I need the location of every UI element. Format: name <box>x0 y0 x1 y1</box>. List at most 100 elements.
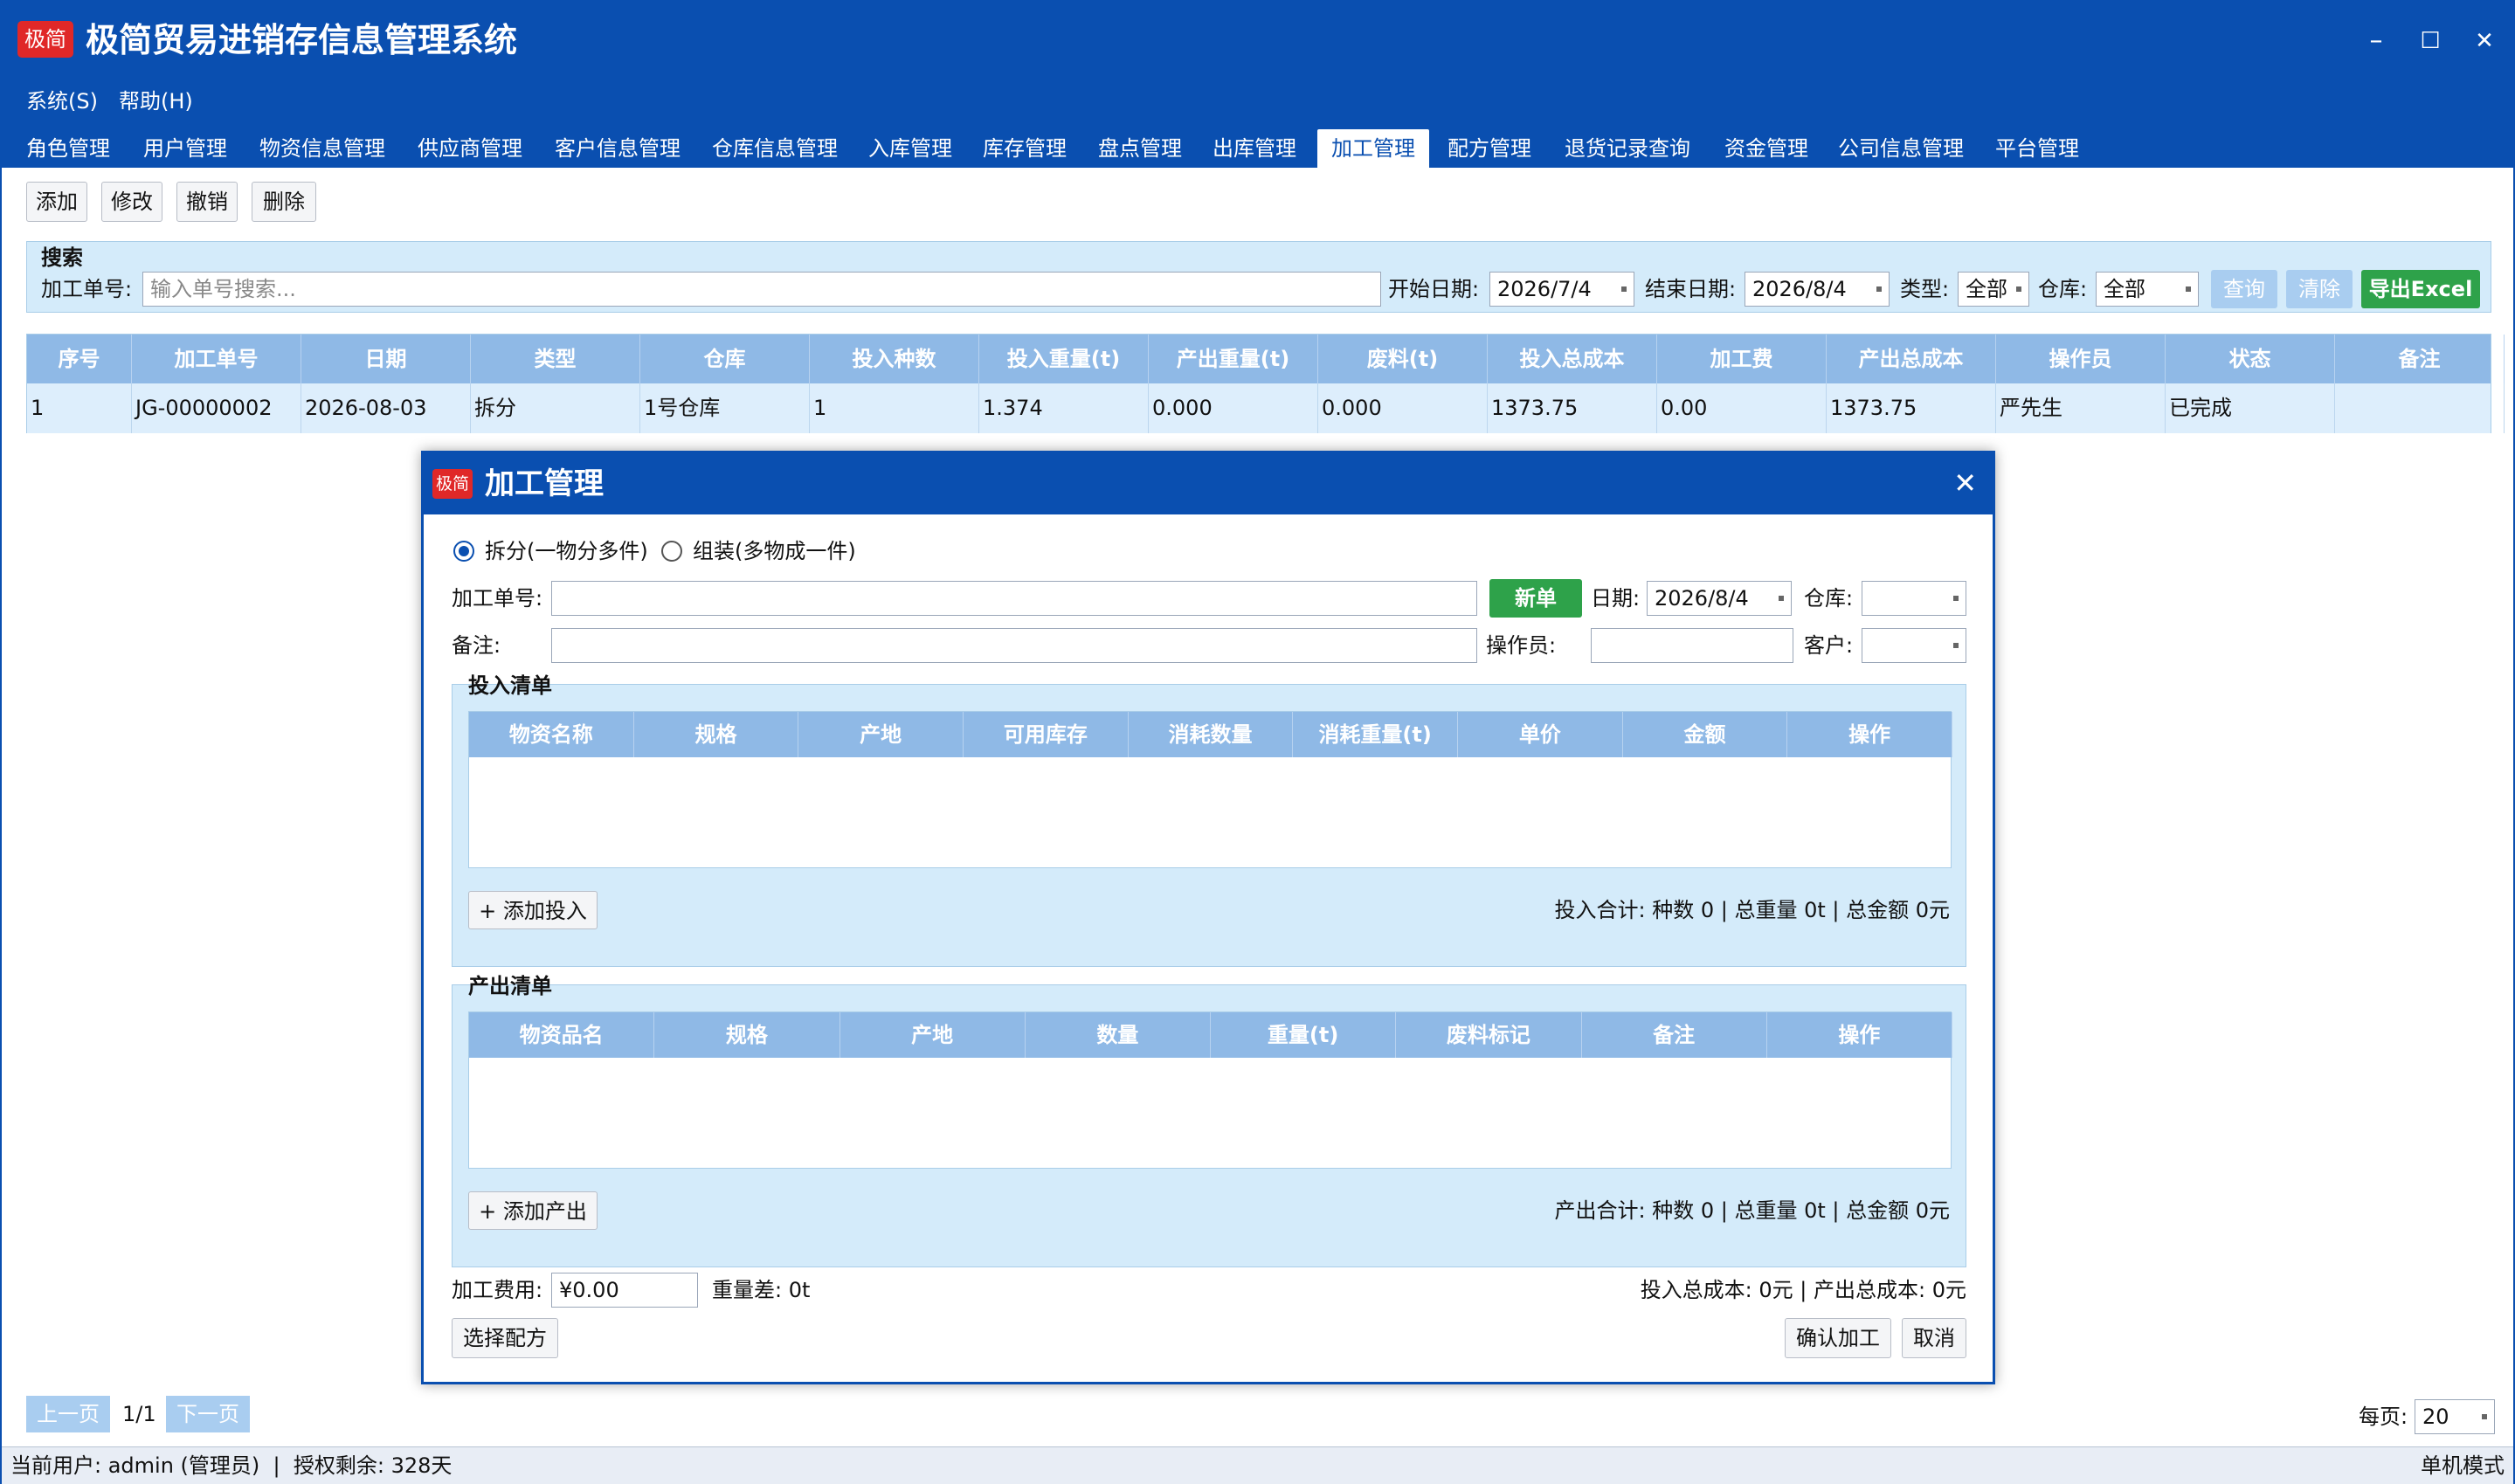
add-output-button[interactable]: + 添加产出 <box>468 1191 598 1230</box>
radio-assemble[interactable] <box>661 541 682 562</box>
column-header[interactable]: 产出重量(t) <box>1149 335 1318 383</box>
start-date-picker[interactable]: 2026/7/4 <box>1489 272 1634 307</box>
column-header[interactable]: 仓库 <box>640 335 810 383</box>
cancel-button[interactable]: 取消 <box>1902 1318 1966 1358</box>
fee-input[interactable]: ¥0.00 <box>551 1273 698 1308</box>
start-date-label: 开始日期: <box>1388 277 1480 301</box>
table-cell: 2026-08-03 <box>301 383 471 433</box>
warehouse-label: 仓库: <box>1804 586 1854 611</box>
search-panel: 搜索 加工单号: 输入单号搜索... 开始日期: 2026/7/4 结束日期: … <box>26 241 2491 313</box>
tab-15[interactable]: 公司信息管理 <box>1833 129 1969 168</box>
radio-split[interactable] <box>453 541 474 562</box>
edit-button[interactable]: 修改 <box>101 182 162 222</box>
tab-12[interactable]: 配方管理 <box>1440 129 1539 168</box>
menu-help[interactable]: 帮助(H) <box>119 86 193 117</box>
column-header[interactable]: 投入重量(t) <box>979 335 1149 383</box>
tab-9[interactable]: 盘点管理 <box>1090 129 1190 168</box>
export-excel-button[interactable]: 导出Excel <box>2361 270 2480 308</box>
minimize-icon[interactable]: – <box>2350 21 2402 61</box>
column-header[interactable]: 操作 <box>1766 1012 1952 1058</box>
dropdown-icon <box>1953 596 1959 601</box>
tab-4[interactable]: 供应商管理 <box>409 129 531 168</box>
date-picker[interactable]: 2026/8/4 <box>1647 581 1792 616</box>
type-label: 类型: <box>1900 277 1950 301</box>
tab-7[interactable]: 入库管理 <box>861 129 959 168</box>
tab-11[interactable]: 加工管理 <box>1317 129 1429 168</box>
clear-button[interactable]: 清除 <box>2286 270 2353 308</box>
column-header[interactable]: 产出总成本 <box>1827 335 1996 383</box>
query-button[interactable]: 查询 <box>2211 270 2277 308</box>
column-header[interactable]: 备注 <box>2335 335 2505 383</box>
date-value: 2026/8/4 <box>1655 586 1749 611</box>
note-input[interactable] <box>551 628 1477 663</box>
close-icon[interactable]: ✕ <box>2458 21 2511 61</box>
add-button[interactable]: 添加 <box>26 182 87 222</box>
dialog-close-icon[interactable]: ✕ <box>1953 466 1977 500</box>
tab-6[interactable]: 仓库信息管理 <box>704 129 846 168</box>
column-header[interactable]: 产地 <box>839 1012 1026 1058</box>
tab-1[interactable]: 角色管理 <box>17 129 119 168</box>
tab-14[interactable]: 资金管理 <box>1716 129 1817 168</box>
radio-split-label[interactable]: 拆分(一物分多件) <box>485 534 648 569</box>
warehouse-select[interactable]: 全部 <box>2096 272 2199 307</box>
tab-16[interactable]: 平台管理 <box>1985 129 2090 168</box>
confirm-process-button[interactable]: 确认加工 <box>1785 1318 1891 1358</box>
tab-10[interactable]: 出库管理 <box>1206 129 1303 168</box>
tab-5[interactable]: 客户信息管理 <box>547 129 688 168</box>
next-page-button[interactable]: 下一页 <box>166 1396 250 1432</box>
column-header[interactable]: 规格 <box>654 1012 840 1058</box>
per-page-select[interactable]: 20 <box>2415 1399 2495 1434</box>
column-header[interactable]: 数量 <box>1025 1012 1211 1058</box>
tab-3[interactable]: 物资信息管理 <box>250 129 395 168</box>
column-header[interactable]: 可用库存 <box>964 712 1129 757</box>
column-header[interactable]: 废料标记 <box>1396 1012 1582 1058</box>
tab-2[interactable]: 用户管理 <box>135 129 236 168</box>
column-header[interactable]: 消耗重量(t) <box>1293 712 1458 757</box>
column-header[interactable]: 产地 <box>798 712 964 757</box>
tab-13[interactable]: 退货记录查询 <box>1555 129 1700 168</box>
add-input-button[interactable]: + 添加投入 <box>468 891 598 929</box>
warehouse-select[interactable] <box>1862 581 1966 616</box>
table-cell: 拆分 <box>471 383 640 433</box>
order-search-input[interactable]: 输入单号搜索... <box>142 272 1381 307</box>
radio-assemble-label[interactable]: 组装(多物成一件) <box>693 534 856 569</box>
prev-page-button[interactable]: 上一页 <box>26 1396 110 1432</box>
menu-system[interactable]: 系统(S) <box>26 86 98 117</box>
choose-formula-button[interactable]: 选择配方 <box>452 1318 558 1358</box>
column-header[interactable]: 序号 <box>27 335 132 383</box>
column-header[interactable]: 加工费 <box>1657 335 1827 383</box>
warehouse-label: 仓库: <box>2038 277 2088 301</box>
column-header[interactable]: 状态 <box>2166 335 2335 383</box>
tab-8[interactable]: 库存管理 <box>975 129 1074 168</box>
delete-button[interactable]: 删除 <box>252 182 316 222</box>
type-select[interactable]: 全部 <box>1958 272 2029 307</box>
column-header[interactable]: 操作 <box>1787 712 1952 757</box>
operator-input[interactable] <box>1591 628 1793 663</box>
column-header[interactable]: 规格 <box>633 712 799 757</box>
maximize-icon[interactable]: ☐ <box>2404 21 2456 61</box>
column-header[interactable]: 投入总成本 <box>1488 335 1657 383</box>
dialog-logo: 极简 <box>432 469 473 499</box>
column-header[interactable]: 日期 <box>301 335 471 383</box>
order-no-input[interactable] <box>551 581 1477 616</box>
column-header[interactable]: 单价 <box>1458 712 1623 757</box>
column-header[interactable]: 物资品名 <box>469 1012 655 1058</box>
column-header[interactable]: 类型 <box>471 335 640 383</box>
column-header[interactable]: 物资名称 <box>469 712 634 757</box>
column-header[interactable]: 废料(t) <box>1318 335 1488 383</box>
table-row[interactable]: 1 JG-00000002 2026-08-03 拆分 1号仓库 1 1.374 0.000 0… <box>27 383 2505 433</box>
column-header[interactable]: 投入种数 <box>810 335 979 383</box>
column-header[interactable]: 重量(t) <box>1211 1012 1397 1058</box>
column-header[interactable]: 备注 <box>1581 1012 1767 1058</box>
column-header[interactable]: 消耗数量 <box>1128 712 1294 757</box>
input-list-table: 物资名称 规格 产地 可用库存 消耗数量 消耗重量(t) 单价 金额 操作 <box>468 711 1952 868</box>
revoke-button[interactable]: 撤销 <box>176 182 238 222</box>
output-list-panel: 产出清单 物资品名 规格 产地 数量 重量(t) 废料标记 备注 操作 + 添加产出 产出合计… <box>452 974 1966 1267</box>
column-header[interactable]: 操作员 <box>1996 335 2166 383</box>
column-header[interactable]: 金额 <box>1622 712 1788 757</box>
customer-select[interactable] <box>1862 628 1966 663</box>
weight-diff: 重量差: 0t <box>712 1278 811 1302</box>
end-date-picker[interactable]: 2026/8/4 <box>1745 272 1890 307</box>
column-header[interactable]: 加工单号 <box>132 335 301 383</box>
new-order-button[interactable]: 新单 <box>1489 579 1582 618</box>
